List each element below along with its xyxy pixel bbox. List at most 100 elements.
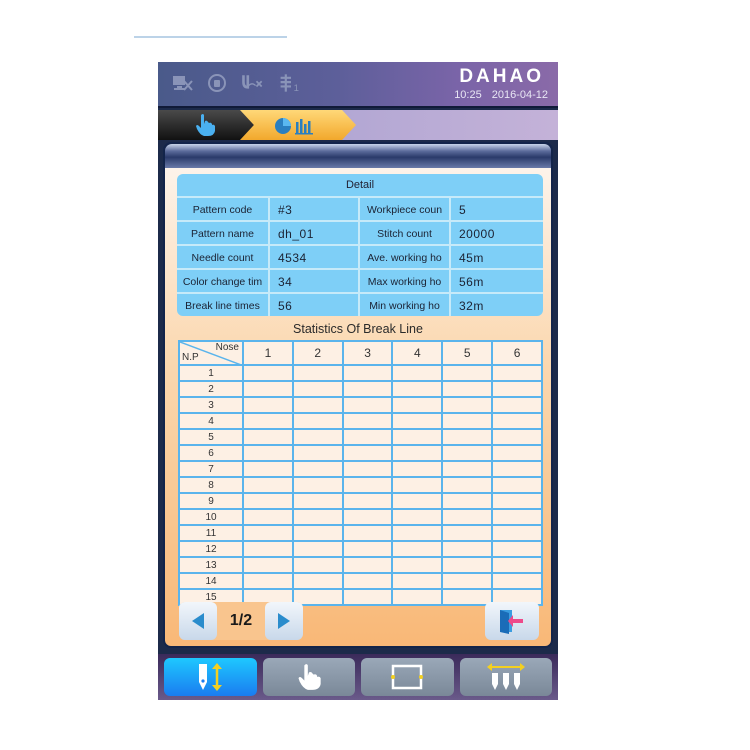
panel-title-bar xyxy=(165,144,551,168)
table-cell xyxy=(391,508,444,526)
table-cell xyxy=(441,476,494,494)
table-cell xyxy=(441,588,494,606)
table-cell xyxy=(441,540,494,558)
row-header: 8 xyxy=(178,476,244,494)
needle-shift-button[interactable] xyxy=(459,658,552,696)
table-row: 5 xyxy=(178,428,543,446)
row-header: 3 xyxy=(178,396,244,414)
table-cell xyxy=(291,572,344,590)
needle-lift-button[interactable] xyxy=(164,658,257,696)
table-cell xyxy=(441,508,494,526)
column-header: 6 xyxy=(491,340,543,366)
detail-value: 5 xyxy=(449,196,543,220)
table-cell xyxy=(242,476,294,494)
table-cell xyxy=(291,364,344,382)
exit-door-icon xyxy=(500,610,523,634)
table-cell xyxy=(341,412,394,430)
table-row: 12 xyxy=(178,540,543,558)
table-cell xyxy=(341,444,394,462)
table-cell xyxy=(391,380,444,398)
table-cell xyxy=(491,508,543,526)
table-cell xyxy=(491,444,543,462)
detail-value: 56m xyxy=(449,268,543,292)
svg-text:1: 1 xyxy=(294,83,299,94)
table-cell xyxy=(491,556,543,574)
table-cell xyxy=(491,428,543,446)
table-cell xyxy=(441,412,494,430)
row-header: 9 xyxy=(178,492,244,510)
row-header: 4 xyxy=(178,412,244,430)
table-row: 1 xyxy=(178,364,543,382)
table-row: 2 xyxy=(178,380,543,398)
table-cell xyxy=(341,524,394,542)
detail-label: Workpiece coun xyxy=(358,196,449,220)
table-cell xyxy=(491,412,543,430)
detail-value: 34 xyxy=(268,268,358,292)
column-axis-label: Nose xyxy=(215,342,239,353)
tab-statistics[interactable] xyxy=(240,110,356,140)
table-cell xyxy=(441,428,494,446)
table-cell xyxy=(391,524,444,542)
table-cell xyxy=(341,396,394,414)
table-cell xyxy=(391,428,444,446)
table-cell xyxy=(491,524,543,542)
tab-manual[interactable] xyxy=(158,110,258,140)
row-header: 14 xyxy=(178,572,244,590)
table-cell xyxy=(242,412,294,430)
table-cell xyxy=(242,380,294,398)
table-cell xyxy=(491,460,543,478)
hand-pointer-icon xyxy=(194,113,216,140)
table-cell xyxy=(491,492,543,510)
table-cell xyxy=(491,364,543,382)
table-cell xyxy=(391,460,444,478)
detail-grid: Pattern code #3 Workpiece coun 5 Pattern… xyxy=(177,196,543,316)
detail-label: Needle count xyxy=(177,244,268,268)
embroidery-panel: 1 DAHAO 10:25 2016-04-12 Detail Pattern c… xyxy=(158,62,558,700)
next-page-button[interactable] xyxy=(265,602,303,640)
column-header: 1 xyxy=(242,340,294,366)
table-cell xyxy=(491,396,543,414)
prev-page-button[interactable] xyxy=(179,602,217,640)
statistics-panel: Detail Pattern code #3 Workpiece coun 5 … xyxy=(163,142,553,648)
table-cell xyxy=(242,540,294,558)
table-cell xyxy=(242,428,294,446)
table-cell xyxy=(291,476,344,494)
lock-rotate-icon xyxy=(204,72,230,94)
table-cell xyxy=(291,460,344,478)
column-header: 3 xyxy=(341,340,394,366)
manual-button[interactable] xyxy=(262,658,355,696)
table-cell xyxy=(341,540,394,558)
table-cell xyxy=(441,364,494,382)
detail-value: #3 xyxy=(268,196,358,220)
exit-button[interactable] xyxy=(485,602,539,640)
top-divider-line xyxy=(134,36,287,38)
row-header: 6 xyxy=(178,444,244,462)
table-row: 11 xyxy=(178,524,543,542)
table-cell xyxy=(291,524,344,542)
table-cell xyxy=(391,540,444,558)
clock: 10:25 2016-04-12 xyxy=(444,89,548,101)
table-cell xyxy=(391,492,444,510)
brand-logo: DAHAO xyxy=(459,66,544,87)
table-cell xyxy=(291,412,344,430)
table-row: 6 xyxy=(178,444,543,462)
table-row: 8 xyxy=(178,476,543,494)
frame-button[interactable] xyxy=(361,658,454,696)
detail-title: Detail xyxy=(345,179,375,191)
table-cell xyxy=(441,380,494,398)
row-header: 13 xyxy=(178,556,244,574)
table-row: 13 xyxy=(178,556,543,574)
table-cell xyxy=(242,524,294,542)
table-cell xyxy=(242,460,294,478)
table-cell xyxy=(341,508,394,526)
table-cell xyxy=(291,428,344,446)
table-row: 7 xyxy=(178,460,543,478)
table-cell xyxy=(491,476,543,494)
table-cell xyxy=(242,508,294,526)
pie-bar-chart-icon xyxy=(274,116,320,140)
table-cell xyxy=(291,444,344,462)
table-cell xyxy=(441,444,494,462)
table-cell xyxy=(341,380,394,398)
table-cell xyxy=(291,540,344,558)
table-cell xyxy=(291,396,344,414)
